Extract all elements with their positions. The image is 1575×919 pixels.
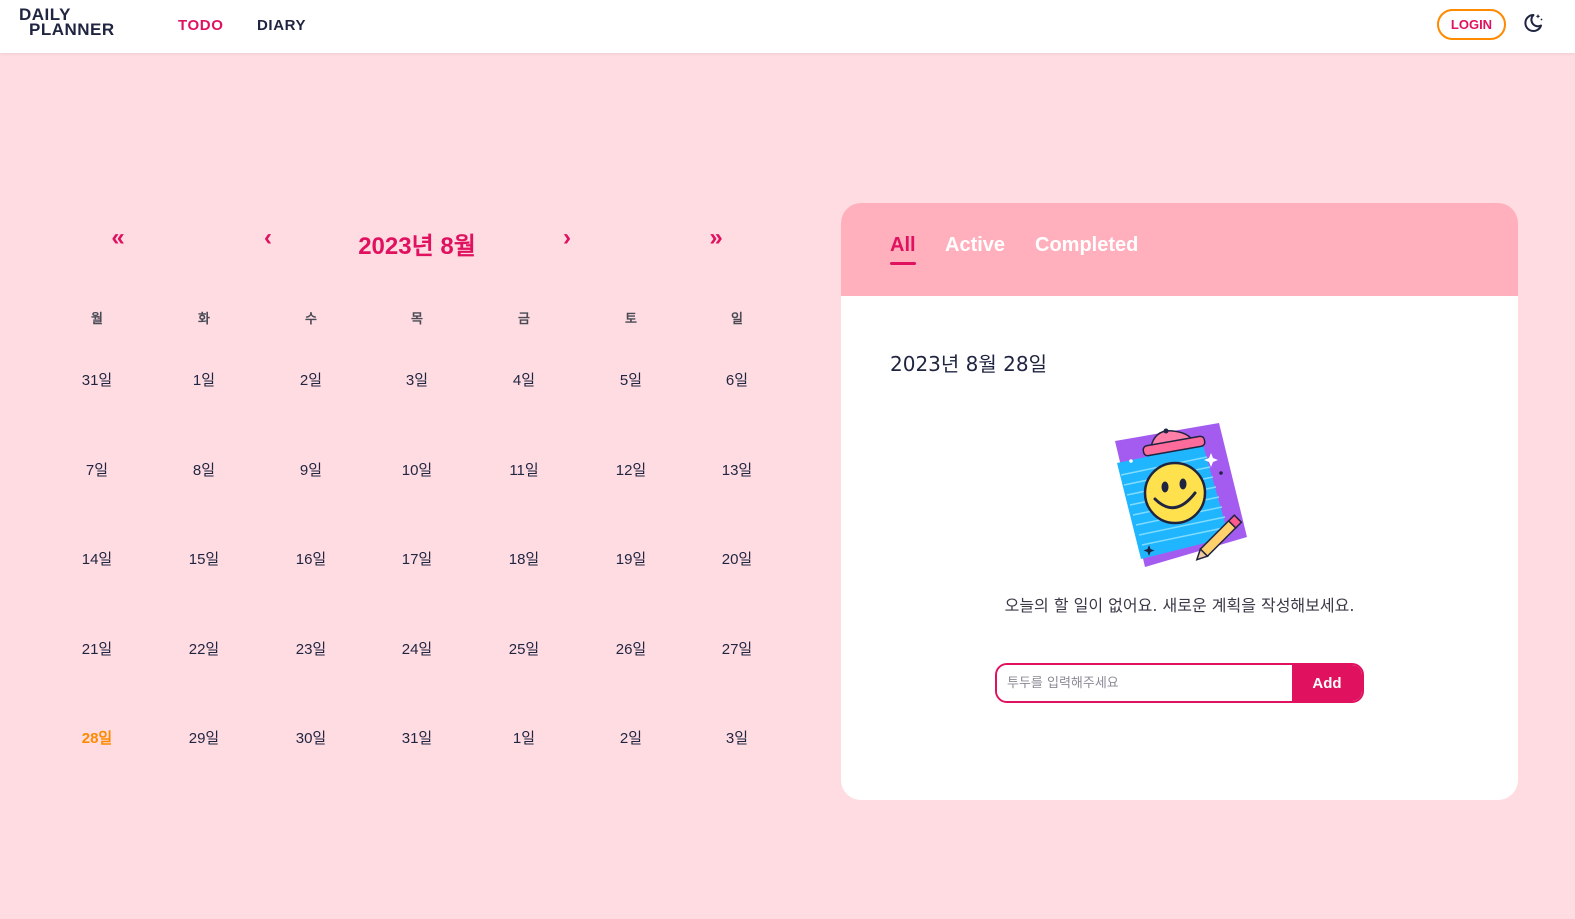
calendar-day[interactable]: 3일	[687, 727, 787, 748]
calendar-day[interactable]: 31일	[367, 727, 467, 748]
calendar-day[interactable]: 9일	[261, 459, 361, 480]
tab-completed[interactable]: Completed	[1035, 234, 1138, 257]
top-navbar: DAILY PLANNER TODO DIARY LOGIN	[0, 0, 1575, 53]
weekday-label: 월	[91, 311, 103, 326]
calendar-day[interactable]: 7일	[47, 459, 147, 480]
logo-line-2: PLANNER	[29, 20, 115, 39]
todo-form: Add	[995, 663, 1364, 703]
calendar-day[interactable]: 19일	[581, 548, 681, 569]
calendar-day[interactable]: 30일	[261, 727, 361, 748]
login-button[interactable]: LOGIN	[1437, 9, 1506, 40]
empty-todo-message: 오늘의 할 일이 없어요. 새로운 계획을 작성해보세요.	[1004, 596, 1355, 615]
calendar-day[interactable]: 24일	[367, 638, 467, 659]
todo-input[interactable]	[997, 665, 1292, 701]
calendar-day[interactable]: 16일	[261, 548, 361, 569]
calendar-day[interactable]: 27일	[687, 638, 787, 659]
prev-year-button[interactable]: «	[106, 224, 130, 252]
weekday-label: 금	[518, 311, 530, 326]
calendar-day[interactable]: 28일	[47, 727, 147, 748]
calendar-day[interactable]: 31일	[47, 369, 147, 390]
calendar-day[interactable]: 12일	[581, 459, 681, 480]
tab-all[interactable]: All	[890, 234, 916, 257]
moon-stars-icon[interactable]	[1521, 11, 1545, 35]
calendar-day[interactable]: 15일	[154, 548, 254, 569]
calendar-day[interactable]: 14일	[47, 548, 147, 569]
weekday-label: 일	[731, 311, 743, 326]
calendar-day[interactable]: 8일	[154, 459, 254, 480]
app-logo[interactable]: DAILY PLANNER	[19, 6, 115, 39]
calendar-day[interactable]: 6일	[687, 369, 787, 390]
next-month-button[interactable]: ›	[559, 224, 575, 252]
todo-tabs-header: All Active Completed	[841, 203, 1518, 296]
weekday-label: 화	[198, 311, 210, 326]
calendar-day[interactable]: 17일	[367, 548, 467, 569]
weekday-label: 수	[305, 311, 317, 326]
calendar-day[interactable]: 18일	[474, 548, 574, 569]
calendar-day[interactable]: 29일	[154, 727, 254, 748]
add-todo-button[interactable]: Add	[1292, 665, 1362, 701]
calendar-day[interactable]: 26일	[581, 638, 681, 659]
calendar-day[interactable]: 25일	[474, 638, 574, 659]
calendar-day[interactable]: 2일	[261, 369, 361, 390]
nav-todo-link[interactable]: TODO	[178, 17, 223, 34]
calendar-day[interactable]: 22일	[154, 638, 254, 659]
calendar-day[interactable]: 3일	[367, 369, 467, 390]
prev-month-button[interactable]: ‹	[260, 224, 276, 252]
tab-active[interactable]: Active	[945, 234, 1005, 257]
weekday-label: 토	[625, 311, 637, 326]
active-tab-indicator	[890, 262, 916, 265]
calendar-title[interactable]: 2023년 8월	[317, 226, 517, 261]
calendar-day[interactable]: 5일	[581, 369, 681, 390]
calendar-day[interactable]: 4일	[474, 369, 574, 390]
calendar-day[interactable]: 23일	[261, 638, 361, 659]
calendar-day[interactable]: 10일	[367, 459, 467, 480]
calendar-day[interactable]: 21일	[47, 638, 147, 659]
calendar-day[interactable]: 13일	[687, 459, 787, 480]
calendar-day[interactable]: 20일	[687, 548, 787, 569]
todo-date-heading: 2023년 8월 28일	[890, 352, 1047, 376]
calendar-day[interactable]: 1일	[474, 727, 574, 748]
weekday-label: 목	[411, 311, 423, 326]
calendar-day[interactable]: 2일	[581, 727, 681, 748]
todo-panel: All Active Completed 2023년 8월 28일 오늘의 할 …	[841, 203, 1518, 800]
next-year-button[interactable]: »	[704, 224, 728, 252]
nav-diary-link[interactable]: DIARY	[257, 17, 306, 34]
calendar-day[interactable]: 11일	[474, 459, 574, 480]
calendar-day[interactable]: 1일	[154, 369, 254, 390]
smiley-clipboard-icon	[1111, 417, 1251, 569]
